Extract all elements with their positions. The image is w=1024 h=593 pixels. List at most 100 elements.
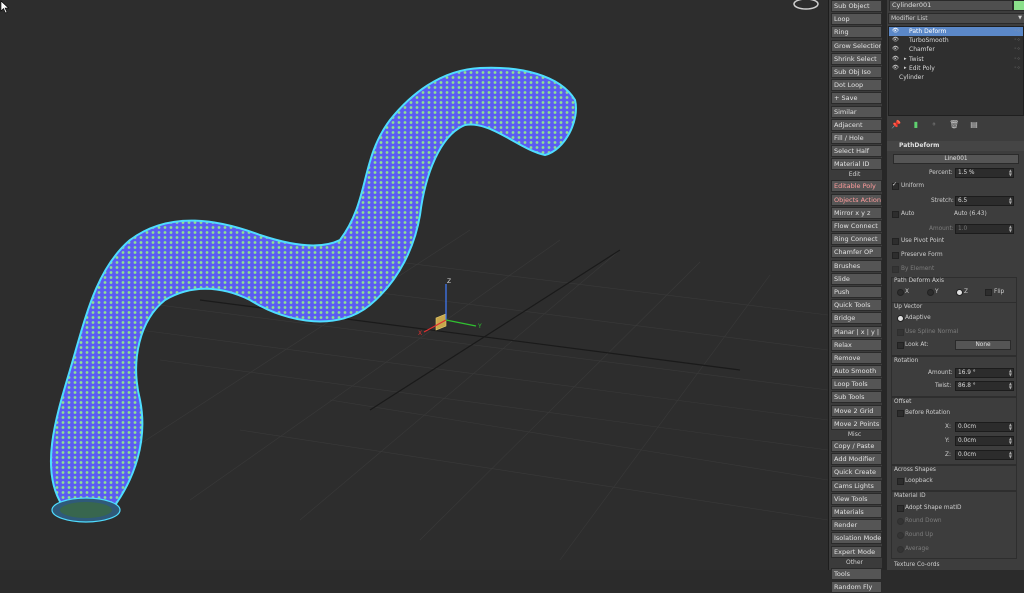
eye-icon[interactable]: 👁 (892, 55, 899, 64)
quad-menu-item[interactable]: Slide (831, 272, 882, 285)
use-pivot-checkbox[interactable] (892, 238, 899, 245)
object-color-swatch[interactable] (1013, 0, 1024, 11)
quad-menu-item[interactable]: Brushes (831, 259, 882, 272)
modifier-list-dropdown[interactable]: Modifier List ▼ (888, 13, 1024, 24)
eye-icon[interactable]: 👁 (892, 27, 899, 36)
round-down-radio[interactable] (897, 518, 904, 525)
eye-icon[interactable]: 👁 (892, 64, 899, 73)
quad-menu-item[interactable]: Flow Connect (831, 220, 882, 232)
by-element-checkbox[interactable] (892, 266, 899, 273)
flip-checkbox[interactable] (985, 289, 992, 296)
quad-menu-item[interactable]: Sub Obj Iso (831, 65, 882, 78)
quad-menu-item[interactable]: Select Half (831, 145, 882, 158)
axis-y-radio[interactable] (927, 289, 934, 296)
axis-x-radio[interactable] (897, 289, 904, 296)
auto-checkbox[interactable] (892, 211, 899, 218)
viewport-scene[interactable]: Z X Y (0, 0, 828, 570)
offset-z-spinner[interactable]: 0.0cm ▲ ▼ (955, 450, 1014, 460)
quad-menu-item[interactable]: Isolation Mode (831, 532, 882, 545)
uniform-checkbox[interactable] (892, 181, 899, 190)
round-up-radio[interactable] (897, 532, 904, 539)
quad-menu-item[interactable]: Ring (831, 26, 882, 39)
stretch-spinner[interactable]: 6.5 ▲ ▼ (955, 196, 1014, 206)
quad-menu-item[interactable]: Similar (831, 105, 882, 118)
loopback-checkbox[interactable] (897, 478, 904, 485)
preserve-form-checkbox[interactable] (892, 252, 899, 259)
stack-item[interactable]: 👁 ▸ Twist ◦⁘ (889, 55, 1023, 64)
quad-menu-item[interactable]: Fill / Hole (831, 131, 882, 144)
quad-menu-item[interactable]: View Tools (831, 492, 882, 505)
quad-menu-item[interactable]: Editable Poly (831, 180, 882, 193)
rotation-amount-spinner[interactable]: 16.9 ° ▲ ▼ (955, 368, 1014, 378)
quad-menu-item[interactable]: Material ID (831, 158, 882, 171)
quad-menu-item[interactable]: Add Modifier (831, 453, 882, 466)
average-radio[interactable] (897, 546, 904, 553)
remove-modifier-icon[interactable]: 🗑 (949, 120, 959, 131)
quad-menu-item[interactable]: Expert Mode (831, 545, 882, 558)
look-at-none-button[interactable]: None (955, 340, 1011, 350)
path-pick-button[interactable]: Line001 (893, 154, 1019, 164)
stack-item[interactable]: 👁 Chamfer ◦⁘ (889, 45, 1023, 54)
quad-menu-item[interactable]: Planar | x | y | z (831, 325, 882, 338)
quad-menu-item[interactable]: Loop Tools (831, 378, 882, 391)
look-at-checkbox[interactable] (897, 342, 904, 349)
quad-menu-item[interactable]: Move 2 Points (831, 417, 882, 430)
before-rotation-checkbox[interactable] (897, 410, 904, 417)
quad-menu-item[interactable]: Sub Object (831, 0, 882, 12)
quad-menu-item[interactable]: + Save (831, 92, 882, 105)
quad-menu-item[interactable]: Adjacent (831, 118, 882, 131)
quad-menu-item[interactable]: Objects Actions (831, 193, 882, 206)
twist-spinner[interactable]: 86.8 ° ▲ ▼ (955, 381, 1014, 391)
pin-stack-icon[interactable]: 📌 (891, 120, 901, 131)
show-end-result-icon[interactable]: ▮ (911, 120, 921, 131)
quad-menu-item[interactable]: Materials (831, 505, 882, 518)
quad-menu-item[interactable]: Shrink Select (831, 52, 882, 65)
viewport[interactable]: Z X Y (0, 0, 828, 570)
stack-item[interactable]: 👁 ▸ Edit Poly ◦⁘ (889, 64, 1023, 73)
quad-menu-item[interactable]: Bridge (831, 312, 882, 325)
adaptive-radio[interactable] (897, 315, 904, 322)
rollout-header[interactable]: PathDeform (887, 141, 1024, 151)
quad-menu-item[interactable]: Render (831, 519, 882, 532)
quad-menu-item[interactable]: Move 2 Grid (831, 404, 882, 417)
quad-menu-item[interactable]: Random Fly (831, 580, 882, 593)
axis-z-radio[interactable] (956, 289, 963, 296)
quad-menu-item[interactable]: Remove (831, 351, 882, 364)
expand-triangle-icon[interactable]: ▸ (904, 64, 907, 73)
quad-menu-item[interactable]: Tools (831, 567, 882, 580)
quad-menu-item[interactable]: Ring Connect (831, 233, 882, 246)
modifier-options-icon[interactable]: ◦⁘ (1014, 64, 1021, 73)
quad-menu-item[interactable]: Dot Loop (831, 79, 882, 92)
quad-menu-item[interactable]: Grow Selection (831, 39, 882, 52)
quad-menu-item[interactable]: Mirror x y z (831, 206, 882, 219)
use-spline-normal-checkbox[interactable] (897, 329, 904, 336)
quad-menu-item[interactable]: Auto Smooth (831, 365, 882, 378)
stack-item[interactable]: 👁 Path Deform ◦⁘ (889, 27, 1023, 37)
percent-spinner[interactable]: 1.5 % ▲ ▼ (955, 168, 1014, 178)
object-name-field[interactable]: Cylinder001 (889, 0, 1013, 11)
expand-triangle-icon[interactable]: ▸ (904, 55, 907, 64)
modifier-options-icon[interactable]: ◦⁘ (1014, 45, 1021, 54)
offset-y-spinner[interactable]: 0.0cm ▲ ▼ (955, 436, 1014, 446)
quad-menu-item[interactable]: Quick Tools (831, 299, 882, 312)
quad-menu-item[interactable]: Quick Create (831, 466, 882, 479)
quad-menu-item[interactable]: Push (831, 285, 882, 298)
modifier-options-icon[interactable]: ◦⁘ (1014, 27, 1021, 36)
quad-menu-item[interactable]: Sub Tools (831, 391, 882, 404)
modifier-options-icon[interactable]: ◦⁘ (1014, 55, 1021, 64)
configure-modifier-sets-icon[interactable]: ▤ (969, 120, 979, 131)
stack-item[interactable]: Cylinder (889, 73, 1023, 82)
stack-item[interactable]: 👁 TurboSmooth ◦⁘ (889, 36, 1023, 45)
quad-menu-item[interactable]: Cams Lights (831, 479, 882, 492)
quad-menu-item[interactable]: Copy / Paste (831, 440, 882, 452)
modifier-stack[interactable]: 👁 Path Deform ◦⁘ 👁 TurboSmooth ◦⁘ 👁 Chamfer ◦⁘ 👁 ▸… (888, 26, 1024, 116)
amount-spinner[interactable]: 1.0 ▲ ▼ (955, 224, 1014, 234)
offset-x-spinner[interactable]: 0.0cm ▲ ▼ (955, 422, 1014, 432)
adopt-matid-checkbox[interactable] (897, 505, 904, 512)
eye-icon[interactable]: 👁 (892, 36, 899, 45)
modifier-options-icon[interactable]: ◦⁘ (1014, 36, 1021, 45)
eye-icon[interactable]: 👁 (892, 45, 899, 54)
quad-menu-item[interactable]: Loop (831, 13, 882, 26)
quad-menu-item[interactable]: Relax (831, 338, 882, 351)
quad-menu-item[interactable]: Chamfer OP (831, 246, 882, 259)
